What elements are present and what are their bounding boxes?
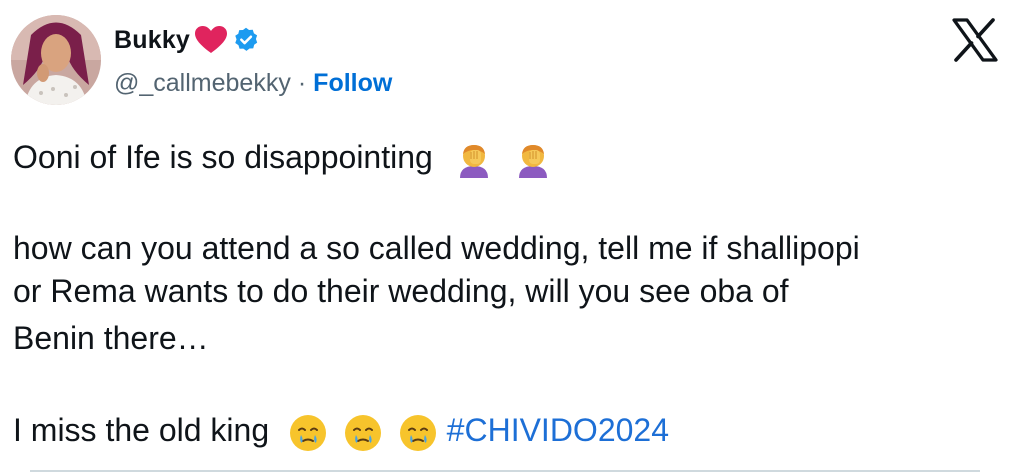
tweet-text-segment: Ooni of Ife is so disappointing — [13, 139, 433, 175]
tweet-text-line-5: I miss the old king #CHIVIDO2024 — [13, 410, 669, 453]
follow-button[interactable]: Follow — [313, 69, 392, 98]
tweet-text-line-3: or Rema wants to do their wedding, will … — [13, 273, 789, 309]
face-holding-back-tears-icon — [344, 414, 381, 451]
handle-row: @_callmebekky · Follow — [114, 66, 392, 100]
person-facepalming-icon — [518, 144, 547, 178]
x-logo-icon[interactable] — [952, 18, 998, 62]
tweet-text-line-4: Benin there… — [13, 320, 209, 356]
tweet-text-line-2: how can you attend a so called wedding, … — [13, 230, 860, 266]
person-facepalming-icon — [459, 144, 488, 178]
tweet-card: Bukky @_callmebekky · Follow Ooni of Ife… — [0, 0, 1024, 476]
display-name[interactable]: Bukky — [114, 26, 190, 55]
tweet-text-line-1: Ooni of Ife is so disappointing — [13, 137, 551, 178]
verified-badge-icon[interactable] — [232, 26, 260, 54]
display-name-row: Bukky — [114, 22, 260, 58]
red-heart-icon — [195, 26, 228, 53]
face-holding-back-tears-icon — [290, 414, 326, 451]
avatar-photo — [11, 15, 101, 105]
avatar[interactable] — [11, 15, 101, 105]
tweet-text-segment: I miss the old king — [13, 412, 270, 448]
divider — [30, 470, 980, 472]
hashtag-link[interactable]: #CHIVIDO2024 — [447, 412, 669, 448]
face-holding-back-tears-icon — [399, 414, 436, 451]
separator-dot: · — [297, 68, 307, 97]
user-handle[interactable]: @_callmebekky — [114, 69, 291, 98]
